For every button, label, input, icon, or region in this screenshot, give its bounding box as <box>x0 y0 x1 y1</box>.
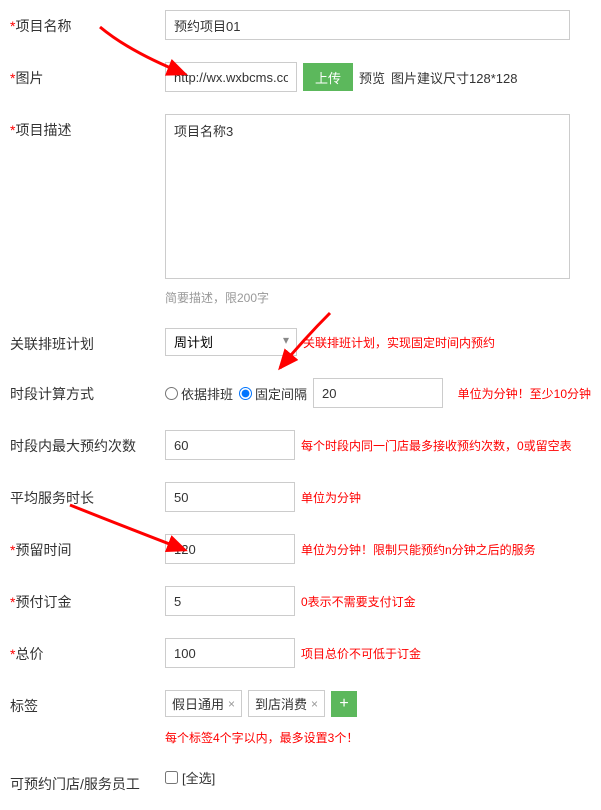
label-reserve-time: *预留时间 <box>10 534 165 560</box>
field-stores: [全选] <box>165 768 601 787</box>
radio-fixed-input[interactable] <box>239 387 252 400</box>
project-name-input[interactable] <box>165 10 570 40</box>
reservation-form: *项目名称 *图片 上传 预览 图片建议尺寸128*128 *项目描述 项目名称… <box>0 0 601 810</box>
label-project-name: *项目名称 <box>10 10 165 36</box>
row-project-name: *项目名称 <box>10 10 601 40</box>
row-total: *总价 项目总价不可低于订金 <box>10 638 601 668</box>
field-max-times: 每个时段内同一门店最多接收预约次数，0或留空表 <box>165 430 601 460</box>
row-stores: 可预约门店/服务员工 [全选] <box>10 768 601 794</box>
row-schedule: 关联排班计划 周计划 关联排班计划，实现固定时间内预约 <box>10 328 601 356</box>
row-deposit: *预付订金 0表示不需要支付订金 <box>10 586 601 616</box>
avg-duration-hint: 单位为分钟 <box>301 489 361 506</box>
row-avg-duration: 平均服务时长 单位为分钟 <box>10 482 601 512</box>
interval-value-input[interactable] <box>313 378 443 408</box>
field-interval-mode: 依据排班 固定间隔 单位为分钟！至少10分钟 <box>165 378 601 408</box>
tag-remove-icon[interactable]: × <box>311 697 318 711</box>
radio-fixed-label: 固定间隔 <box>255 384 307 403</box>
max-times-hint: 每个时段内同一门店最多接收预约次数，0或留空表 <box>301 437 572 454</box>
tag-text: 假日通用 <box>172 694 224 713</box>
select-all-label: [全选] <box>182 768 215 787</box>
field-avg-duration: 单位为分钟 <box>165 482 601 512</box>
reserve-time-hint: 单位为分钟！限制只能预约n分钟之后的服务 <box>301 541 536 558</box>
row-reserve-time: *预留时间 单位为分钟！限制只能预约n分钟之后的服务 <box>10 534 601 564</box>
image-url-input[interactable] <box>165 62 297 92</box>
field-project-name <box>165 10 601 40</box>
field-schedule: 周计划 关联排班计划，实现固定时间内预约 <box>165 328 601 356</box>
tags-hint: 每个标签4个字以内，最多设置3个！ <box>165 729 358 746</box>
avg-duration-input[interactable] <box>165 482 295 512</box>
image-hint: 图片建议尺寸128*128 <box>391 68 517 87</box>
label-tags: 标签 <box>10 690 165 716</box>
tag-remove-icon[interactable]: × <box>228 697 235 711</box>
field-description: 项目名称3 简要描述，限200字 <box>165 114 601 306</box>
interval-hint: 单位为分钟！至少10分钟 <box>458 385 591 402</box>
label-deposit: *预付订金 <box>10 586 165 612</box>
field-tags: 假日通用 × 到店消费 × + 每个标签4个字以内，最多设置3个！ <box>165 690 601 746</box>
field-deposit: 0表示不需要支付订金 <box>165 586 601 616</box>
add-tag-button[interactable]: + <box>331 691 357 717</box>
radio-by-schedule-input[interactable] <box>165 387 178 400</box>
deposit-hint: 0表示不需要支付订金 <box>301 593 416 610</box>
label-image: *图片 <box>10 62 165 88</box>
label-max-times: 时段内最大预约次数 <box>10 430 165 456</box>
row-interval-mode: 时段计算方式 依据排班 固定间隔 单位为分钟！至少10分钟 <box>10 378 601 408</box>
description-hint: 简要描述，限200字 <box>165 289 269 306</box>
max-times-input[interactable] <box>165 430 295 460</box>
schedule-hint: 关联排班计划，实现固定时间内预约 <box>303 334 495 351</box>
total-hint: 项目总价不可低于订金 <box>301 645 421 662</box>
field-image: 上传 预览 图片建议尺寸128*128 <box>165 62 601 92</box>
select-all-checkbox-input[interactable] <box>165 771 178 784</box>
reserve-time-input[interactable] <box>165 534 295 564</box>
upload-button[interactable]: 上传 <box>303 63 353 91</box>
row-description: *项目描述 项目名称3 简要描述，限200字 <box>10 114 601 306</box>
row-tags: 标签 假日通用 × 到店消费 × + 每个标签4个字以内，最多设置3个！ <box>10 690 601 746</box>
select-all-checkbox[interactable]: [全选] <box>165 768 215 787</box>
label-description: *项目描述 <box>10 114 165 140</box>
description-textarea[interactable]: 项目名称3 <box>165 114 570 279</box>
label-avg-duration: 平均服务时长 <box>10 482 165 508</box>
label-stores: 可预约门店/服务员工 <box>10 768 165 794</box>
label-interval-mode: 时段计算方式 <box>10 378 165 404</box>
schedule-select[interactable]: 周计划 <box>165 328 297 356</box>
schedule-select-wrap: 周计划 <box>165 328 297 356</box>
radio-by-schedule[interactable]: 依据排班 <box>165 384 233 403</box>
total-input[interactable] <box>165 638 295 668</box>
field-total: 项目总价不可低于订金 <box>165 638 601 668</box>
row-max-times: 时段内最大预约次数 每个时段内同一门店最多接收预约次数，0或留空表 <box>10 430 601 460</box>
label-total: *总价 <box>10 638 165 664</box>
field-reserve-time: 单位为分钟！限制只能预约n分钟之后的服务 <box>165 534 601 564</box>
row-image: *图片 上传 预览 图片建议尺寸128*128 <box>10 62 601 92</box>
radio-fixed[interactable]: 固定间隔 <box>239 384 307 403</box>
tag-item: 假日通用 × <box>165 690 242 717</box>
tag-text: 到店消费 <box>255 694 307 713</box>
label-schedule: 关联排班计划 <box>10 328 165 354</box>
radio-by-schedule-label: 依据排班 <box>181 384 233 403</box>
tag-item: 到店消费 × <box>248 690 325 717</box>
preview-link[interactable]: 预览 <box>359 68 385 87</box>
deposit-input[interactable] <box>165 586 295 616</box>
